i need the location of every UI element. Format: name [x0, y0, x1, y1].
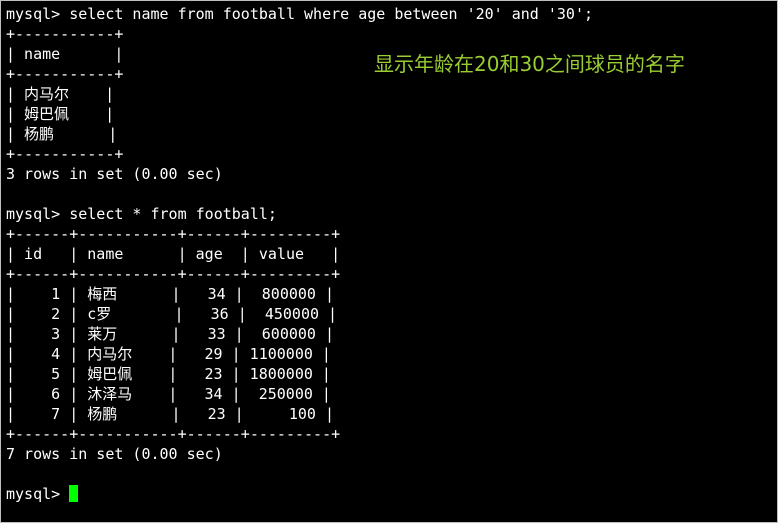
terminal-line: | 姆巴佩 |: [6, 105, 115, 123]
terminal-line: +------+-----------+------+---------+: [6, 425, 341, 443]
terminal-line: 7 rows in set (0.00 sec): [6, 445, 223, 463]
terminal-line: | 4 | 内马尔 | 29 | 1100000 |: [6, 345, 331, 363]
prompt-line[interactable]: mysql>: [6, 484, 593, 504]
terminal-line: | id | name | age | value |: [6, 245, 341, 263]
terminal-line: +------+-----------+------+---------+: [6, 225, 341, 243]
terminal-line: +-----------+: [6, 145, 124, 163]
terminal-line: +-----------+: [6, 25, 124, 43]
terminal-line: 3 rows in set (0.00 sec): [6, 165, 223, 183]
terminal-line: | 3 | 莱万 | 33 | 600000 |: [6, 325, 335, 343]
terminal-line: | 内马尔 |: [6, 85, 115, 103]
terminal-line: | 5 | 姆巴佩 | 23 | 1800000 |: [6, 365, 331, 383]
mysql-prompt: mysql>: [6, 485, 70, 503]
terminal-output: mysql> select name from football where a…: [6, 4, 593, 504]
terminal-line: | 6 | 沐泽马 | 34 | 250000 |: [6, 385, 331, 403]
terminal-line: | 2 | c罗 | 36 | 450000 |: [6, 305, 338, 323]
terminal-line: | 7 | 杨鹏 | 23 | 100 |: [6, 405, 335, 423]
terminal-cursor: [69, 485, 79, 502]
terminal-line: +------+-----------+------+---------+: [6, 265, 341, 283]
terminal-line: mysql> select * from football;: [6, 205, 277, 223]
terminal-line: mysql> select name from football where a…: [6, 5, 593, 23]
annotation-text: 显示年龄在20和30之间球员的名字: [374, 52, 685, 76]
terminal-line: | 杨鹏 |: [6, 125, 118, 143]
terminal-window[interactable]: mysql> select name from football where a…: [0, 0, 778, 523]
terminal-line: | 1 | 梅西 | 34 | 800000 |: [6, 285, 335, 303]
